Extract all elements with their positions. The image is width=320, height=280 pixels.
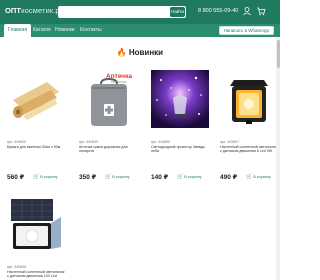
add-to-cart-label: В корзину [40, 175, 58, 179]
product-price: 350 ₽ [79, 174, 97, 181]
product-sku: арт. 349897 [220, 140, 240, 144]
apteka-logo-text: Аптечка [106, 73, 132, 80]
site-logo[interactable]: ОПТкосметик.рф [5, 6, 66, 15]
add-to-cart-button[interactable]: 🛒 В корзину [246, 174, 271, 180]
nav-item-home[interactable]: Главная [4, 24, 32, 37]
add-to-cart-button[interactable]: 🛒 В корзину [177, 174, 202, 180]
section-title-text: Новинки [128, 48, 164, 57]
add-to-cart-label: В корзину [184, 175, 202, 179]
baking-paper-roll-image[interactable] [7, 70, 65, 128]
product-name[interactable]: Аптечка сумка дорожная для лекарств [79, 145, 139, 154]
search-box: Найти [58, 6, 186, 24]
product-price: 140 ₽ [151, 174, 169, 181]
page-scrollbar[interactable] [276, 37, 280, 280]
cart-icon: 🛒 [177, 174, 184, 180]
section-title: 🔥 Новинки [0, 48, 280, 57]
product-name[interactable]: Настенный солнечный светильник с датчико… [7, 270, 67, 279]
star-projector-image[interactable] [151, 70, 209, 128]
apteka-logo: Аптечка Multicolor [101, 73, 137, 84]
nav-item-new[interactable]: Новинки [51, 24, 79, 37]
add-to-cart-label: В корзину [253, 175, 271, 179]
product-name[interactable]: Настенный солнечный светильник с датчико… [220, 145, 280, 154]
add-to-cart-button[interactable]: 🛒 В корзину [33, 174, 58, 180]
phone-number[interactable]: 8 800 555-09-40 [198, 8, 238, 14]
product-name[interactable]: Бумага для выпечки 30см x 50м [7, 145, 67, 149]
product-sku: арт. 349839 [79, 140, 99, 144]
cart-icon[interactable] [256, 6, 266, 16]
solar-floodlight-image[interactable] [7, 195, 65, 253]
add-to-cart-button[interactable]: 🛒 В корзину [105, 174, 130, 180]
fire-icon: 🔥 [116, 48, 127, 57]
cart-icon: 🛒 [246, 174, 253, 180]
cart-icon: 🛒 [33, 174, 40, 180]
cart-icon: 🛒 [105, 174, 112, 180]
product-sku: арт. 349898 [7, 265, 27, 269]
product-sku: арт. 349890 [151, 140, 171, 144]
user-icon[interactable] [242, 6, 252, 16]
apteka-logo-sub: Multicolor [111, 80, 127, 84]
product-name[interactable]: Светодиодный проектор Звезды неба [151, 145, 211, 154]
top-header: ОПТкосметик.рф Найти 8 800 555-09-40 [0, 0, 280, 24]
product-sku: арт. 349820 [7, 140, 27, 144]
search-button[interactable]: Найти [170, 7, 185, 17]
solar-wall-lamp-image[interactable] [220, 70, 278, 128]
product-price: 490 ₽ [220, 174, 238, 181]
logo-main: ОПТ [5, 6, 22, 15]
scrollbar-thumb[interactable] [276, 40, 280, 68]
product-price: 560 ₽ [7, 174, 25, 181]
add-to-cart-label: В корзину [112, 175, 130, 179]
whatsapp-button[interactable]: Написать в WhatsApp [218, 26, 274, 35]
search-input[interactable] [58, 12, 158, 24]
nav-item-contacts[interactable]: Контакты [76, 24, 106, 37]
